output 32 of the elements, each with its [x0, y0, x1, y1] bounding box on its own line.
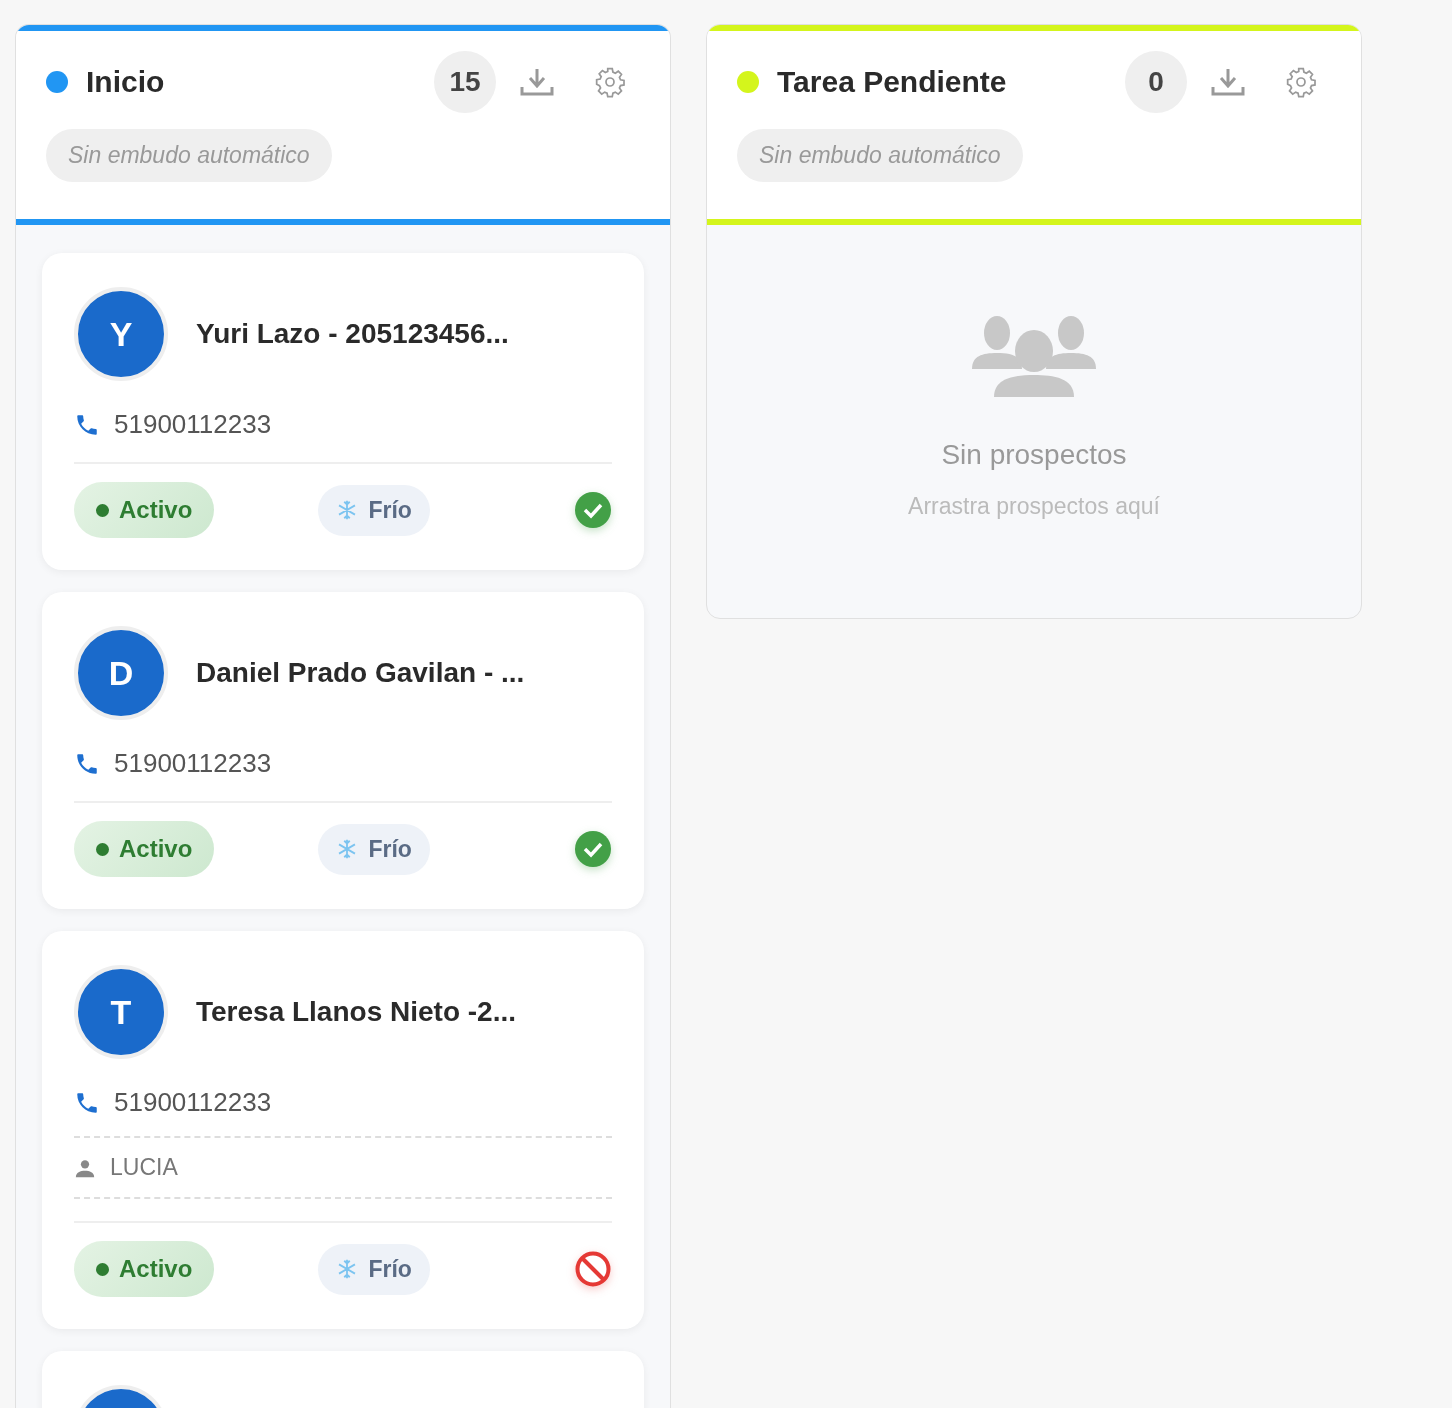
status-badge: Activo	[74, 821, 215, 877]
lead-name: Yuri Lazo - 205123456...	[196, 318, 509, 350]
phone-number: 51900112233	[114, 409, 272, 440]
settings-icon[interactable]	[1285, 66, 1317, 98]
lead-card[interactable]: D Daniel Prado Gavilan - ... 51900112233 Activo Frío	[42, 592, 644, 909]
status-badge: Activo	[74, 1241, 215, 1297]
lead-card[interactable]: Y Yuri Lazo - 205123456... 51900112233 Activo Frío	[42, 253, 644, 570]
download-icon[interactable]	[520, 67, 554, 97]
lead-count-badge: 15	[434, 51, 496, 113]
lead-count-badge: 0	[1125, 51, 1187, 113]
temperature-badge: Frío	[318, 823, 430, 875]
phone-number: 51900112233	[114, 748, 272, 779]
lead-name: Teresa Llanos Nieto -2...	[196, 996, 517, 1028]
phone-number: 51900112233	[114, 1087, 272, 1118]
avatar: T	[74, 965, 168, 1059]
download-icon[interactable]	[1211, 67, 1245, 97]
people-icon	[972, 313, 1096, 399]
lead-card[interactable]: T Teresa Llanos Nieto -2... 51900112233 LUCIA Activo Frío	[42, 931, 644, 1329]
funnel-tag: Sin embudo automático	[737, 129, 1023, 182]
temperature-badge: Frío	[318, 1243, 430, 1295]
funnel-tag: Sin embudo automático	[46, 129, 332, 182]
settings-icon[interactable]	[594, 66, 626, 98]
column-title: Inicio	[86, 65, 166, 99]
agent-name: LUCIA	[110, 1154, 178, 1181]
column-title: Tarea Pendiente	[777, 65, 1008, 99]
avatar: Y	[74, 287, 168, 381]
avatar: D	[74, 626, 168, 720]
status-badge: Activo	[74, 482, 215, 538]
empty-title: Sin prospectos	[941, 439, 1127, 471]
temperature-badge: Frío	[318, 484, 430, 536]
empty-hint: Arrastra prospectos aquí	[908, 493, 1160, 520]
lead-name: Daniel Prado Gavilan - ...	[196, 657, 525, 689]
